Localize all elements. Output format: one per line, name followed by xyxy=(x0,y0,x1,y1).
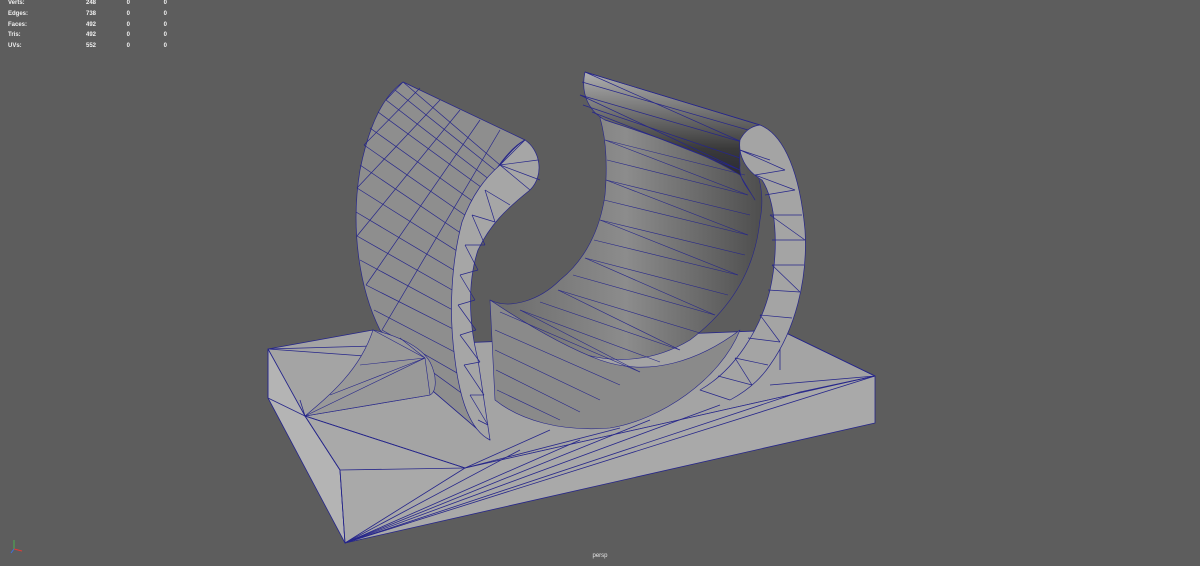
hud-total: 738 xyxy=(85,10,96,17)
hud-selected: 0 xyxy=(126,43,130,50)
hud-label: Edges: xyxy=(8,10,29,17)
hud-total: 552 xyxy=(85,43,96,50)
hud-extra: 0 xyxy=(163,10,167,17)
hud-row-verts: Verts: 248 0 0 xyxy=(8,0,167,9)
hud-row-faces: Faces: 492 0 0 xyxy=(8,20,167,31)
mesh-model[interactable] xyxy=(0,0,1200,566)
3d-viewport[interactable]: Verts: 248 0 0 Edges: 738 0 0 Faces: 492… xyxy=(0,0,1200,566)
camera-name-label: persp xyxy=(592,553,608,559)
hud-selected: 0 xyxy=(126,32,130,39)
hud-label: Tris: xyxy=(8,32,21,39)
hud-label: Verts: xyxy=(8,0,25,6)
hud-row-tris: Tris: 492 0 0 xyxy=(8,30,167,41)
hud-total: 492 xyxy=(85,21,96,28)
hud-row-uvs: UVs: 552 0 0 xyxy=(8,41,167,52)
hud-extra: 0 xyxy=(163,32,167,39)
hud-selected: 0 xyxy=(126,0,130,6)
hud-extra: 0 xyxy=(163,21,167,28)
hud-extra: 0 xyxy=(163,43,167,50)
hud-label: UVs: xyxy=(8,43,22,50)
hud-extra: 0 xyxy=(163,0,167,6)
hud-total: 248 xyxy=(85,0,96,6)
axis-x-icon xyxy=(13,548,23,552)
hud-row-edges: Edges: 738 0 0 xyxy=(8,9,167,20)
hud-total: 492 xyxy=(85,32,96,39)
hud-selected: 0 xyxy=(126,21,130,28)
poly-count-hud: Verts: 248 0 0 Edges: 738 0 0 Faces: 492… xyxy=(8,0,167,52)
hud-label: Faces: xyxy=(8,21,28,28)
hud-selected: 0 xyxy=(126,10,130,17)
